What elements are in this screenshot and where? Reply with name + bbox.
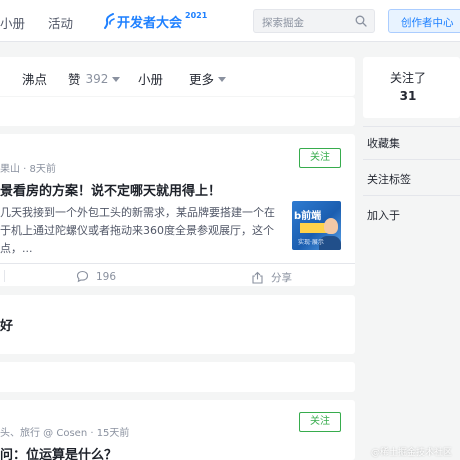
- excerpt-line: 几天我接到一个外包工头的新需求，某品牌要搭建一个在: [0, 206, 275, 219]
- search-input[interactable]: 探索掘金: [262, 15, 304, 30]
- tab-pins[interactable]: 沸点: [22, 69, 47, 88]
- excerpt-line: 点，...: [0, 242, 33, 255]
- divider: [363, 159, 460, 160]
- chevron-down-icon: [112, 76, 121, 82]
- follow-button[interactable]: 关注: [299, 148, 341, 168]
- chevron-down-icon: [218, 76, 227, 82]
- feed-header-strip: [0, 362, 355, 392]
- feed-title[interactable]: 问：位运算是什么？: [0, 444, 117, 460]
- top-nav-bar: 小册 活动 开发者大会 2021 探索掘金 创作者中心: [0, 0, 460, 42]
- feed-item[interactable]: 头、旅行 @ Cosen · 15天前 关注 问：位运算是什么？: [0, 400, 355, 460]
- tab-label: 小册: [138, 72, 164, 87]
- share-button[interactable]: 分享: [251, 270, 292, 285]
- following-label: 关注了: [389, 71, 426, 85]
- likes-count: 392: [85, 71, 109, 86]
- brand-logo-icon: [104, 13, 115, 29]
- follow-button[interactable]: 关注: [299, 412, 341, 432]
- feed-header-strip: [0, 97, 355, 126]
- tab-more[interactable]: 更多: [189, 69, 227, 88]
- feed-title[interactable]: 景看房的方案！说不定哪天就用得上！: [0, 180, 221, 199]
- divider: [4, 270, 5, 282]
- divider: [363, 126, 460, 127]
- sidebar-item-joined: 加入于: [367, 209, 400, 222]
- excerpt-line: 于机上通过陀螺仪或者拖动来360度全景参观展厅，这个: [0, 224, 274, 237]
- share-label: 分享: [271, 272, 292, 284]
- nav-link-events[interactable]: 活动: [48, 13, 73, 32]
- thumb-person: [324, 218, 338, 234]
- nav-link-booklets[interactable]: 小册: [0, 13, 25, 32]
- share-icon: [252, 271, 263, 284]
- comment-button[interactable]: 196: [76, 270, 116, 283]
- sidebar-item-collections[interactable]: 收藏集: [367, 135, 400, 151]
- comment-icon: [76, 270, 89, 283]
- feed-actions: 196 分享: [0, 263, 355, 286]
- article-thumbnail[interactable]: b前端 实现·展示: [292, 201, 341, 250]
- comment-count: 196: [96, 270, 117, 283]
- developer-conference-link[interactable]: 开发者大会 2021: [103, 10, 207, 32]
- section-title: 好: [0, 319, 14, 334]
- section-card: 好: [0, 295, 355, 354]
- tab-likes[interactable]: 赞 392: [68, 69, 121, 88]
- tab-label: 沸点: [22, 72, 48, 87]
- thumb-caption: 实现·展示: [298, 239, 324, 246]
- watermark: @稀土掘金技术社区: [371, 448, 453, 458]
- feed-excerpt: 几天我接到一个外包工头的新需求，某品牌要搭建一个在 于机上通过陀螺仪或者拖动来3…: [0, 204, 282, 258]
- search-icon[interactable]: [355, 15, 367, 27]
- following-count: 31: [399, 89, 417, 103]
- tab-booklets[interactable]: 小册: [138, 69, 163, 88]
- creator-center-button[interactable]: 创作者中心: [388, 9, 460, 33]
- feed-meta: 果山 · 8天前: [0, 164, 56, 175]
- brand-text: 开发者大会: [117, 15, 183, 31]
- search-box[interactable]: 探索掘金: [253, 9, 375, 33]
- tab-label: 赞: [68, 72, 81, 87]
- profile-tabs: 沸点 赞 392 小册 更多: [0, 57, 355, 96]
- following-stat-card[interactable]: 关注了 31: [363, 57, 460, 118]
- sidebar-item-followed-tags[interactable]: 关注标签: [367, 171, 411, 187]
- feed-meta: 头、旅行 @ Cosen · 15天前: [0, 428, 130, 439]
- brand-year: 2021: [185, 10, 208, 20]
- thumb-text: b前端: [294, 211, 322, 222]
- divider: [363, 195, 460, 196]
- tab-label: 更多: [189, 72, 215, 87]
